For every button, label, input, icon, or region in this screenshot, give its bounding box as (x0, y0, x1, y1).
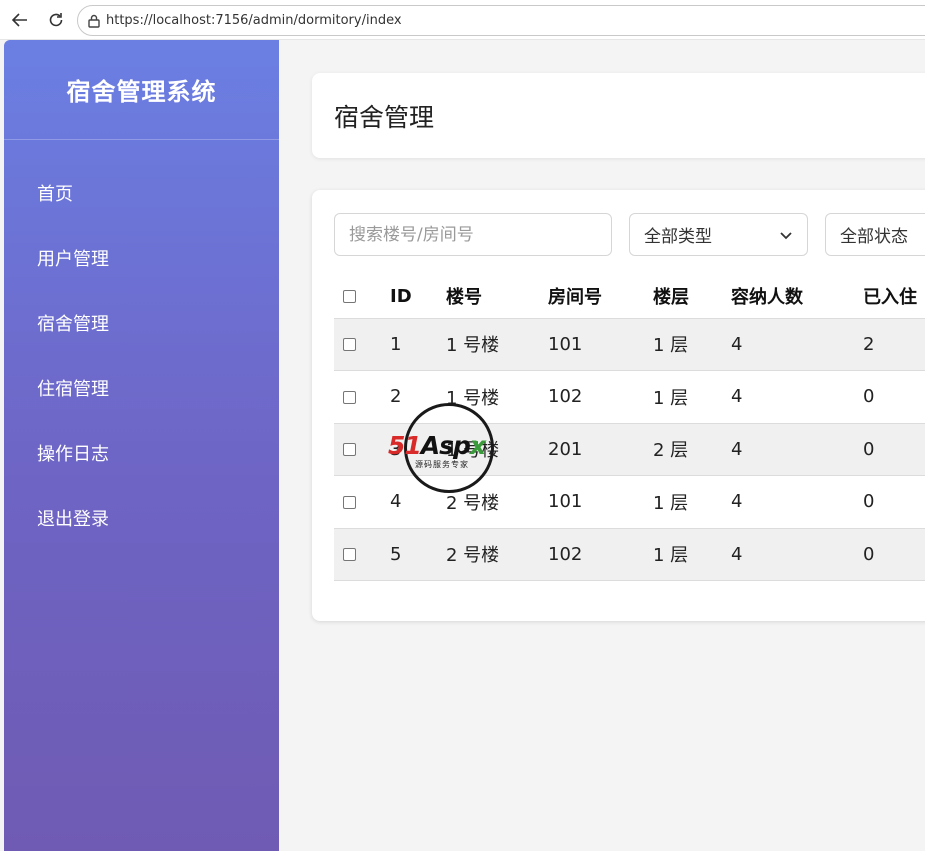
chevron-down-icon (780, 232, 792, 240)
status-select-value: 全部状态 (840, 227, 908, 247)
row-checkbox[interactable] (343, 338, 356, 352)
cell-floor: 1 层 (653, 527, 731, 581)
brand-title: 宿舍管理系统 (66, 78, 217, 106)
cell-id: 2 (390, 370, 446, 423)
cell-room: 102 (548, 527, 653, 581)
app: 宿舍管理系统 首页 用户管理 宿舍管理 住宿管理 操作日志 退出登录 宿舍管理 … (0, 40, 925, 851)
row-checkbox-cell (334, 422, 390, 476)
cell-building: 1 号楼 (446, 422, 548, 476)
row-checkbox-cell (334, 475, 390, 528)
address-bar[interactable]: https://localhost:7156/admin/dormitory/i… (77, 5, 925, 36)
cell-capacity: 4 (731, 370, 863, 423)
row-checkbox-cell (334, 527, 390, 581)
back-button[interactable] (8, 8, 32, 32)
dormitory-table: ID 楼号 房间号 楼层 容纳人数 已入住 1 1 号楼 101 1 层 4 2… (334, 275, 925, 581)
sidebar-item-logout[interactable]: 退出登录 (4, 485, 279, 550)
search-input[interactable] (334, 213, 612, 256)
header-capacity: 容纳人数 (731, 287, 803, 309)
row-checkbox[interactable] (343, 548, 356, 562)
header-building: 楼号 (446, 287, 482, 309)
cell-capacity: 4 (731, 422, 863, 476)
arrow-left-icon (11, 13, 27, 27)
cell-building: 2 号楼 (446, 527, 548, 581)
cell-floor: 1 层 (653, 317, 731, 371)
sidebar-menu: 首页 用户管理 宿舍管理 住宿管理 操作日志 退出登录 (4, 140, 279, 550)
cell-floor: 1 层 (653, 370, 731, 423)
header-id: ID (390, 285, 412, 307)
brand: 宿舍管理系统 (4, 40, 279, 140)
cell-capacity: 4 (731, 527, 863, 581)
cell-capacity: 4 (731, 317, 863, 371)
table-header-row: ID 楼号 房间号 楼层 容纳人数 已入住 (334, 275, 925, 318)
cell-occupied: 0 (863, 527, 925, 581)
select-all-cell (334, 275, 390, 318)
cell-building: 2 号楼 (446, 475, 548, 528)
sidebar-item-home[interactable]: 首页 (4, 160, 279, 225)
type-select[interactable]: 全部类型 (629, 213, 808, 256)
dormitory-panel: 全部类型 全部状态 ID 楼号 房间号 楼层 容纳人数 已 (312, 190, 925, 621)
cell-occupied: 0 (863, 370, 925, 423)
row-checkbox[interactable] (343, 443, 356, 457)
cell-building: 1 号楼 (446, 317, 548, 371)
table-row[interactable]: 3 1 号楼 201 2 层 4 0 (334, 422, 925, 476)
row-checkbox-cell (334, 370, 390, 423)
cell-id: 1 (390, 317, 446, 371)
row-checkbox[interactable] (343, 495, 356, 509)
table-row[interactable]: 1 1 号楼 101 1 层 4 2 (334, 317, 925, 371)
cell-room: 102 (548, 370, 653, 423)
main-content: 宿舍管理 全部类型 全部状态 ID 楼号 房间号 (279, 40, 925, 851)
sidebar-item-accommodation[interactable]: 住宿管理 (4, 355, 279, 420)
status-select[interactable]: 全部状态 (825, 213, 925, 256)
page-header: 宿舍管理 (312, 73, 925, 158)
header-floor: 楼层 (653, 287, 689, 309)
table-row[interactable]: 4 2 号楼 101 1 层 4 0 (334, 475, 925, 528)
lock-icon (88, 14, 100, 28)
table-row[interactable]: 2 1 号楼 102 1 层 4 0 (334, 370, 925, 423)
cell-room: 101 (548, 475, 653, 528)
cell-floor: 1 层 (653, 475, 731, 528)
reload-button[interactable] (44, 8, 68, 32)
cell-id: 5 (390, 527, 446, 581)
browser-toolbar: https://localhost:7156/admin/dormitory/i… (0, 0, 925, 40)
cell-occupied: 0 (863, 475, 925, 528)
select-all-checkbox[interactable] (343, 290, 356, 304)
cell-id: 4 (390, 475, 446, 528)
url-text: https://localhost:7156/admin/dormitory/i… (106, 13, 402, 28)
sidebar-item-dormitory[interactable]: 宿舍管理 (4, 290, 279, 355)
cell-building: 1 号楼 (446, 370, 548, 423)
cell-room: 101 (548, 317, 653, 371)
row-checkbox-cell (334, 317, 390, 371)
sidebar-item-users[interactable]: 用户管理 (4, 225, 279, 290)
sidebar: 宿舍管理系统 首页 用户管理 宿舍管理 住宿管理 操作日志 退出登录 (4, 40, 279, 851)
cell-room: 201 (548, 422, 653, 476)
row-checkbox[interactable] (343, 390, 356, 404)
table-row[interactable]: 5 2 号楼 102 1 层 4 0 (334, 527, 925, 581)
header-room: 房间号 (548, 287, 602, 309)
reload-icon (49, 13, 63, 27)
cell-capacity: 4 (731, 475, 863, 528)
header-occupied: 已入住 (863, 287, 917, 309)
cell-id: 3 (390, 422, 446, 476)
sidebar-item-logs[interactable]: 操作日志 (4, 420, 279, 485)
cell-occupied: 2 (863, 317, 925, 371)
type-select-value: 全部类型 (644, 227, 712, 247)
page-title: 宿舍管理 (334, 102, 435, 132)
cell-floor: 2 层 (653, 422, 731, 476)
cell-occupied: 0 (863, 422, 925, 476)
